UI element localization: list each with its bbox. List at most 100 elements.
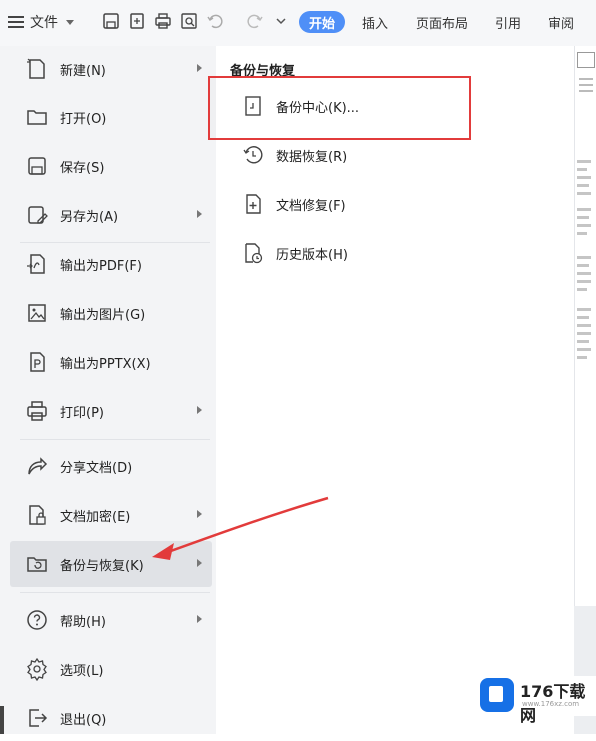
chevron-right-icon <box>197 559 202 567</box>
menu-item-export-pptx[interactable]: 输出为PPTX(X) <box>10 339 212 385</box>
undo-icon[interactable] <box>206 12 224 30</box>
document-text-line <box>577 208 591 211</box>
submenu-item-label: 文档修复(F) <box>276 198 346 214</box>
menu-item-print[interactable]: 打印(P) <box>10 388 212 434</box>
list-icon <box>577 52 595 68</box>
menu-item-label: 另存为(A) <box>60 209 119 225</box>
window-edge <box>0 706 4 734</box>
chevron-down-icon <box>66 19 74 25</box>
more-chevron-icon[interactable] <box>272 12 290 30</box>
redo-icon[interactable] <box>246 12 264 30</box>
menu-item-encrypt[interactable]: 文档加密(E) <box>10 492 212 538</box>
document-text-line <box>577 316 589 319</box>
menu-item-save-as[interactable]: 另存为(A) <box>10 192 212 238</box>
save-icon[interactable] <box>102 12 120 30</box>
document-text-line <box>577 280 591 283</box>
menu-item-label: 选项(L) <box>60 663 104 679</box>
menu-divider <box>20 439 210 440</box>
menu-item-label: 保存(S) <box>60 160 105 176</box>
folder-icon <box>24 104 50 130</box>
menu-item-label: 输出为PPTX(X) <box>60 356 151 372</box>
chevron-right-icon <box>197 64 202 72</box>
document-text-line <box>577 160 591 163</box>
submenu-item-doc-repair[interactable]: 文档修复(F) <box>240 184 346 224</box>
document-text-line <box>577 216 589 219</box>
menu-item-label: 备份与恢复(K) <box>60 558 144 574</box>
document-text-line <box>577 168 587 171</box>
gear-icon <box>24 656 50 682</box>
export-pdf-icon <box>24 251 50 277</box>
document-text-line <box>577 192 591 195</box>
menu-item-save[interactable]: 保存(S) <box>10 143 212 189</box>
document-text-line <box>577 224 591 227</box>
data-restore-icon <box>240 142 266 168</box>
encrypt-icon <box>24 502 50 528</box>
file-menu-panel: 新建(N) 打开(O) 保存(S) 另存为(A) 输出为PDF(F) 输出为图片… <box>0 46 216 734</box>
export-image-icon <box>24 300 50 326</box>
document-text-line <box>577 264 589 267</box>
chevron-right-icon <box>197 406 202 414</box>
menu-item-label: 打印(P) <box>60 405 104 421</box>
menu-item-new[interactable]: 新建(N) <box>10 46 212 92</box>
tab-references[interactable]: 引用 <box>495 13 521 32</box>
submenu-item-label: 历史版本(H) <box>276 247 348 263</box>
document-text-line <box>577 184 589 187</box>
document-text-line <box>577 176 591 179</box>
menu-item-share[interactable]: 分享文档(D) <box>10 443 212 489</box>
tab-insert[interactable]: 插入 <box>362 13 388 32</box>
printer-icon <box>24 398 50 424</box>
document-text-line <box>577 272 591 275</box>
document-text-line <box>577 324 591 327</box>
watermark-url: www.176xz.com <box>522 700 580 708</box>
document-text-line <box>577 348 591 351</box>
menu-item-options[interactable]: 选项(L) <box>10 646 212 692</box>
backup-submenu-panel: 备份与恢复 备份中心(K)... 数据恢复(R) 文档修复(F) 历史版本(H) <box>216 46 574 734</box>
document-text-line <box>577 332 591 335</box>
tab-start[interactable]: 开始 <box>299 11 345 33</box>
print-icon[interactable] <box>154 12 172 30</box>
menu-item-label: 文档加密(E) <box>60 509 131 525</box>
menu-item-label: 帮助(H) <box>60 614 106 630</box>
tab-page-layout[interactable]: 页面布局 <box>416 13 468 32</box>
document-text-line <box>577 232 587 235</box>
document-text-line <box>577 340 589 343</box>
export-icon[interactable] <box>128 12 146 30</box>
menu-item-label: 输出为PDF(F) <box>60 258 142 274</box>
watermark-logo-icon <box>480 678 514 712</box>
export-pptx-icon <box>24 349 50 375</box>
menu-item-label: 分享文档(D) <box>60 460 133 476</box>
save-as-icon <box>24 202 50 228</box>
print-preview-icon[interactable] <box>180 12 198 30</box>
share-icon <box>24 453 50 479</box>
menu-item-export-pdf[interactable]: 输出为PDF(F) <box>10 241 212 287</box>
ruler-line <box>579 90 593 92</box>
submenu-item-label: 数据恢复(R) <box>276 149 348 165</box>
menu-item-export-image[interactable]: 输出为图片(G) <box>10 290 212 336</box>
help-icon <box>24 607 50 633</box>
menu-item-label: 新建(N) <box>60 63 106 79</box>
doc-repair-icon <box>240 191 266 217</box>
submenu-item-history[interactable]: 历史版本(H) <box>240 233 348 273</box>
menu-divider <box>20 592 210 593</box>
menu-item-backup-restore[interactable]: 备份与恢复(K) <box>10 541 212 587</box>
site-watermark: 176下载网 www.176xz.com <box>478 676 596 725</box>
menu-item-open[interactable]: 打开(O) <box>10 94 212 140</box>
new-doc-icon <box>24 56 50 82</box>
menu-item-exit[interactable]: 退出(Q) <box>10 695 212 741</box>
tab-review[interactable]: 审阅 <box>548 13 574 32</box>
file-menu-label: 文件 <box>30 15 58 31</box>
save-icon <box>24 153 50 179</box>
submenu-item-data-restore[interactable]: 数据恢复(R) <box>240 135 347 175</box>
document-text-line <box>577 308 591 311</box>
menu-item-help[interactable]: 帮助(H) <box>10 597 212 643</box>
ruler-line <box>579 78 593 80</box>
annotation-highlight-box <box>208 76 471 140</box>
backup-restore-icon <box>24 551 50 577</box>
file-menu-button[interactable]: 文件 <box>8 9 92 35</box>
top-toolbar: 文件 开始 插入 页面布局 引用 审阅 <box>0 0 596 47</box>
hamburger-icon <box>8 16 24 28</box>
menu-item-label: 打开(O) <box>60 111 107 127</box>
document-text-line <box>577 288 587 291</box>
menu-item-label: 输出为图片(G) <box>60 307 146 323</box>
ruler-line <box>579 84 593 86</box>
